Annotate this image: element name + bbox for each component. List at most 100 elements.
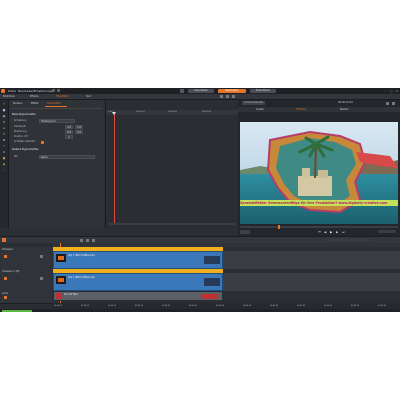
minimize-icon[interactable]: – — [383, 89, 387, 93]
track-lock-icon[interactable] — [4, 277, 7, 280]
track-eye-icon[interactable] — [40, 277, 43, 280]
shadow-checkbox[interactable] — [41, 140, 44, 144]
track-name-2: Videospur 2 (M) — [2, 270, 20, 273]
preview-scrub-bar[interactable] — [240, 226, 398, 228]
tab-edit[interactable]: Bearbeiten — [218, 89, 246, 93]
preview-tab-source[interactable]: Quelle — [256, 108, 264, 112]
play-icon[interactable]: ▶ — [330, 230, 334, 234]
preview-tab-timeline[interactable]: Timeline — [296, 108, 306, 112]
settings-panel: Medien Effekt Titel-Editor Basis-Eigensc… — [9, 100, 104, 228]
preview-header: Vorschaufenster — [242, 101, 266, 105]
maximize-icon[interactable]: □ — [389, 89, 393, 93]
preview-scrub-handle[interactable] — [278, 225, 280, 229]
keyframe-playhead[interactable] — [114, 113, 115, 225]
fast-forward-icon[interactable]: ▶ — [336, 230, 340, 234]
magnet-icon[interactable] — [92, 238, 95, 242]
volume-slider[interactable] — [378, 230, 396, 233]
tool-icon-strip: T ■ ▣ ✥ ≡ T B I U ● ◆ ⋮ — [0, 100, 9, 228]
clip-video-1[interactable]: Clip 1 (MKV) 1080p.mp4 — [53, 247, 223, 269]
align-tool-icon[interactable]: ≡ — [2, 126, 6, 130]
opacity-input[interactable]: 100 — [65, 125, 73, 129]
audio-end-marker — [202, 294, 218, 299]
track-empty-area[interactable] — [223, 273, 400, 291]
image-tool-icon[interactable]: ▣ — [2, 114, 6, 118]
clip-body: Clip 2 (MKV) 1080p.mp4 — [53, 273, 223, 291]
color-tool-icon[interactable]: ● — [2, 156, 6, 160]
text-tool-icon[interactable]: T — [2, 102, 6, 106]
audio-thumbnail — [56, 293, 62, 299]
home-icon[interactable] — [180, 89, 184, 93]
underline-tool-icon[interactable]: U — [2, 150, 6, 154]
track-empty-area[interactable] — [223, 251, 400, 269]
next-frame-icon[interactable]: ⏭ — [342, 230, 346, 234]
section-basic: Basis-Eigenschaften — [12, 113, 37, 116]
scale-input-2[interactable]: 100 — [75, 130, 83, 134]
tab-export[interactable]: Exportieren — [250, 89, 276, 93]
keyframe-panel: 0:00 00:00:01 00:00:02 00:00:03 — [105, 100, 238, 228]
rewind-icon[interactable]: ◀ — [324, 230, 328, 234]
zoom-select[interactable] — [240, 230, 250, 234]
italic-tool-icon[interactable]: I — [2, 144, 6, 148]
tab-media[interactable]: Medien — [13, 102, 22, 106]
undo-icon[interactable] — [52, 89, 55, 92]
divider — [11, 108, 102, 109]
clip-end-thumbnail — [204, 278, 220, 286]
toolbar-text[interactable]: Text — [86, 95, 91, 98]
shape-tool-icon[interactable]: ■ — [2, 108, 6, 112]
settings-icon[interactable] — [392, 101, 395, 105]
delete-icon[interactable] — [86, 238, 89, 242]
redo-icon[interactable] — [57, 89, 60, 92]
track-lock-icon[interactable] — [4, 296, 7, 299]
pin-icon[interactable] — [220, 95, 223, 98]
expand-icon[interactable] — [232, 95, 235, 98]
timeline-panel: Videospur Videospur 2 (M) Audio Clip 1 (… — [0, 236, 400, 312]
close-icon[interactable]: ✕ — [395, 89, 399, 93]
scale-input[interactable]: 100 — [65, 130, 73, 134]
field-label-style: Stil — [14, 155, 18, 158]
track-eye-icon[interactable] — [40, 255, 43, 258]
preview-banner-text: Spezialeffekte: Greenscreenflilge für Ih… — [240, 201, 388, 205]
editor-window: Datei Bearbeiten Einstellungen Importier… — [0, 88, 400, 312]
preview-tab-media[interactable]: Medien — [340, 108, 349, 112]
opacity-input-2[interactable]: 100 — [75, 125, 83, 129]
thumbnail-flame-icon — [58, 256, 64, 260]
timeline-zoom-slider[interactable] — [330, 239, 370, 241]
prev-frame-icon[interactable]: ⏮ — [318, 230, 322, 234]
tab-import[interactable]: Importieren — [188, 89, 214, 93]
audio-meter — [2, 310, 32, 312]
more-tool-icon[interactable]: ⋮ — [2, 168, 6, 172]
tab-effect[interactable]: Effekt — [31, 102, 39, 106]
menu-edit[interactable]: Bearbeiten — [18, 89, 34, 93]
ruler-label-2: 00:00:02 — [168, 111, 177, 113]
clip-audio[interactable]: Ton mit Titel — [53, 291, 223, 301]
toolbar-library[interactable]: Bibliothek — [3, 95, 15, 98]
menu-file[interactable]: Datei — [8, 89, 16, 93]
toolbar-title-editor[interactable]: Titel-Editor — [56, 95, 69, 98]
preview-panel: Vorschaufenster 00:00:12:04 Quelle Timel… — [238, 100, 400, 236]
timeline-settings-icon[interactable] — [2, 238, 6, 242]
move-tool-icon[interactable]: ✥ — [2, 120, 6, 124]
clip-title: Clip 1 (MKV) 1080p.mp4 — [68, 254, 95, 257]
style-select[interactable]: Keine — [39, 155, 95, 159]
video-preview[interactable]: Spezialeffekte: Greenscreenflilge für Ih… — [240, 122, 398, 224]
clip-title: Clip 2 (MKV) 1080p.mp4 — [68, 276, 95, 279]
keyframe-scrollbar[interactable] — [108, 223, 236, 225]
template-select[interactable]: Hintergrund — [39, 119, 75, 123]
clip-body: Clip 1 (MKV) 1080p.mp4 — [53, 251, 223, 269]
gear-icon[interactable] — [226, 95, 229, 98]
track-header-1: Videospur — [0, 247, 52, 270]
track-lock-icon[interactable] — [4, 255, 7, 258]
clip-video-2[interactable]: Clip 2 (MKV) 1080p.mp4 — [53, 269, 223, 291]
ruler-label-1: 00:00:01 — [136, 111, 145, 113]
app-logo-icon — [1, 89, 5, 93]
scissors-icon[interactable] — [80, 238, 83, 242]
timeline-scrollbar[interactable] — [0, 309, 400, 312]
font-tool-icon[interactable]: T — [2, 132, 6, 136]
toolbar-effects[interactable]: Effekte — [30, 95, 38, 98]
layer-tool-icon[interactable]: ◆ — [2, 162, 6, 166]
ruler-label-0: 0:00 — [108, 111, 113, 113]
position-input[interactable]: 0 — [65, 135, 73, 139]
fullscreen-icon[interactable] — [386, 101, 389, 105]
audio-clip-title: Ton mit Titel — [64, 293, 78, 296]
bold-tool-icon[interactable]: B — [2, 138, 6, 142]
